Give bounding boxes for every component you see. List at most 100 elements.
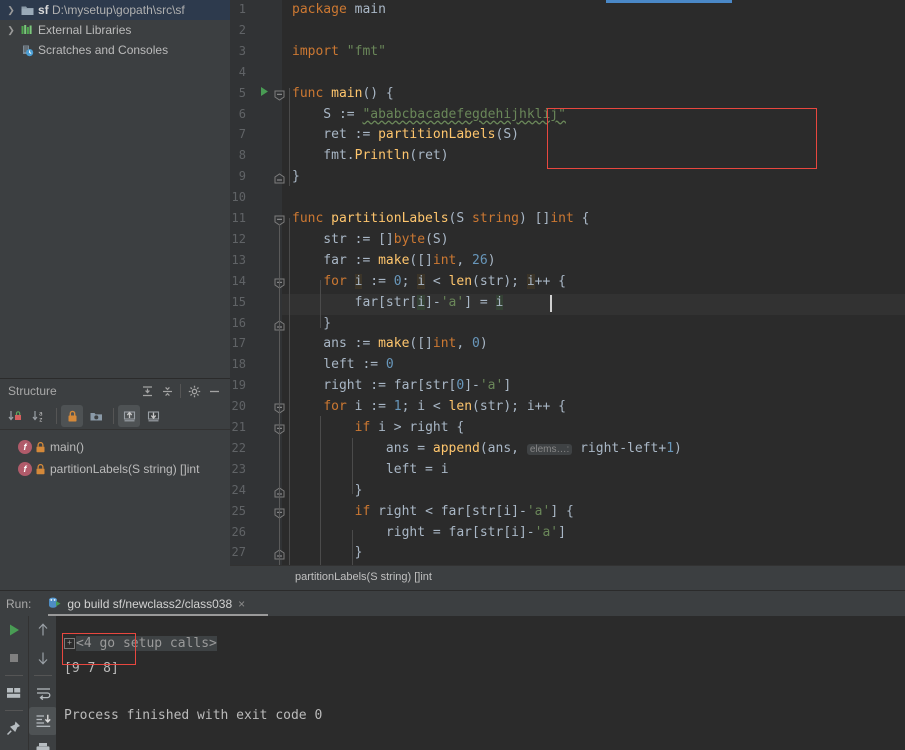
print-icon[interactable] bbox=[29, 735, 57, 750]
expand-all-icon[interactable] bbox=[137, 381, 157, 401]
code-token: () { bbox=[362, 85, 394, 101]
code-line[interactable]: func partitionLabels(S string) []int { bbox=[292, 211, 589, 226]
line-number: 1 bbox=[238, 2, 246, 16]
code-token: len bbox=[448, 399, 473, 415]
svg-text:z: z bbox=[39, 416, 43, 423]
hide-icon[interactable] bbox=[204, 381, 224, 401]
sort-alphabetically-icon[interactable]: a z bbox=[28, 405, 50, 427]
code-line[interactable]: fmt.Println(ret) bbox=[292, 148, 449, 164]
line-number: 27 bbox=[231, 545, 246, 560]
structure-item-partitionlabels[interactable]: f partitionLabels(S string) []int bbox=[0, 458, 230, 480]
editor-gutter[interactable]: 1 2 3 4 5 6 7 8 9 10 11 12 13 14 15 16 17 18 19 20 21 22 23 24 2… bbox=[230, 0, 285, 565]
code-token: ++ { bbox=[534, 273, 566, 289]
line-number: 2 bbox=[238, 22, 246, 37]
run-gutter-icon[interactable] bbox=[260, 86, 272, 97]
code-line[interactable]: far[str[i]-'a'] = i bbox=[292, 294, 504, 310]
code-token: 'a' bbox=[440, 294, 465, 310]
lock-icon bbox=[36, 463, 45, 475]
show-inherited-icon[interactable] bbox=[118, 405, 140, 427]
code-line[interactable]: for i := 1; i < len(str); i++ { bbox=[292, 399, 566, 414]
show-non-public-icon[interactable] bbox=[61, 405, 83, 427]
tree-item-external-libraries[interactable]: ❯ External Libraries bbox=[0, 20, 230, 40]
code-line[interactable]: } bbox=[292, 483, 363, 498]
libraries-icon bbox=[18, 24, 36, 36]
code-line[interactable]: str := []byte(S) bbox=[292, 232, 448, 247]
up-arrow-icon[interactable] bbox=[29, 616, 57, 644]
run-tab[interactable]: go build sf/newclass2/class038 × bbox=[43, 591, 249, 616]
structure-toolbar: a z bbox=[0, 403, 230, 430]
restore-layout-icon[interactable] bbox=[0, 679, 28, 707]
code-line[interactable]: ret := partitionLabels(S) bbox=[292, 127, 519, 142]
soft-wrap-icon[interactable] bbox=[29, 679, 57, 707]
project-tool-window[interactable]: ❯ sf D:\mysetup\gopath\src\sf ❯ External bbox=[0, 0, 230, 378]
line-number: 8 bbox=[238, 148, 246, 163]
code-line[interactable]: } bbox=[292, 169, 300, 184]
toolbar-divider bbox=[34, 675, 52, 676]
code-line[interactable]: func main() { bbox=[292, 86, 394, 101]
sort-by-visibility-icon[interactable] bbox=[4, 405, 26, 427]
console-line-folded[interactable]: + <4 go setup calls> bbox=[64, 636, 217, 651]
pin-icon[interactable] bbox=[0, 714, 28, 742]
stop-icon[interactable] bbox=[0, 644, 28, 672]
code-token: ) bbox=[479, 336, 488, 352]
tree-item-sf-name: sf bbox=[38, 3, 49, 17]
collapse-all-icon[interactable] bbox=[157, 381, 177, 401]
code-line[interactable]: left = i bbox=[292, 462, 449, 477]
code-token: (ret) bbox=[409, 148, 449, 164]
code-token: len bbox=[448, 273, 473, 289]
line-number: 14 bbox=[231, 273, 246, 288]
show-imported-icon[interactable] bbox=[142, 405, 164, 427]
code-editor[interactable]: 1 2 3 4 5 6 7 8 9 10 11 12 13 14 15 16 17 18 19 20 21 22 23 24 2… bbox=[230, 0, 905, 565]
close-icon[interactable]: × bbox=[238, 598, 245, 610]
run-header: Run: go build sf/newclass2/class038 × bbox=[0, 591, 905, 616]
line-number: 5 bbox=[238, 85, 246, 100]
toolbar-divider bbox=[113, 408, 114, 424]
line-number: 15 bbox=[231, 294, 246, 309]
scroll-to-end-icon[interactable] bbox=[29, 707, 57, 735]
run-icon[interactable] bbox=[0, 616, 28, 644]
tree-item-external-libraries-label: External Libraries bbox=[38, 23, 132, 37]
code-line[interactable]: for i := 0; i < len(str); i++ { bbox=[292, 273, 566, 289]
code-token: i bbox=[526, 273, 535, 289]
code-token: ; bbox=[401, 273, 418, 289]
down-arrow-icon[interactable] bbox=[29, 644, 57, 672]
line-number: 26 bbox=[231, 524, 246, 539]
chevron-right-icon[interactable]: ❯ bbox=[4, 0, 18, 20]
code-line[interactable]: far := make([]int, 26) bbox=[292, 253, 495, 268]
code-line[interactable]: if right < far[str[i]-'a'] { bbox=[292, 504, 574, 519]
structure-title: Structure bbox=[8, 384, 57, 398]
code-token: int bbox=[550, 211, 574, 226]
breadcrumb[interactable]: partitionLabels(S string) []int bbox=[230, 565, 905, 588]
code-line[interactable]: ans = append(ans, elems…: right-left+1) bbox=[292, 441, 682, 456]
code-token: := bbox=[362, 273, 394, 289]
structure-list[interactable]: f main() f partitionLabels(S string) []i… bbox=[0, 430, 230, 480]
expand-folded-icon[interactable]: + bbox=[64, 638, 75, 649]
function-badge-icon: f bbox=[18, 462, 32, 476]
code-line[interactable]: right = far[str[i]-'a'] bbox=[292, 525, 566, 540]
code-line[interactable]: import "fmt" bbox=[292, 44, 386, 59]
code-line[interactable]: S := "ababcbacadefegdehijhklij" bbox=[292, 107, 566, 122]
code-line[interactable]: package main bbox=[292, 2, 386, 17]
gear-icon[interactable] bbox=[184, 381, 204, 401]
folded-setup-calls[interactable]: <4 go setup calls> bbox=[76, 636, 217, 651]
code-token: } bbox=[292, 315, 332, 331]
chevron-right-icon[interactable]: ❯ bbox=[4, 20, 18, 40]
code-token: ]- bbox=[425, 294, 441, 310]
code-line[interactable]: right := far[str[0]-'a'] bbox=[292, 378, 511, 393]
code-line[interactable]: if i > right { bbox=[292, 420, 465, 435]
editor-code-area[interactable]: package main import "fmt" func main() { S … bbox=[282, 0, 905, 565]
console-output[interactable]: + <4 go setup calls> [9 7 8] Process finish… bbox=[56, 616, 905, 750]
code-token: (ans, bbox=[479, 440, 527, 456]
code-line[interactable]: } bbox=[292, 545, 363, 560]
code-line[interactable]: ans := make([]int, 0) bbox=[292, 336, 488, 352]
group-by-file-icon[interactable] bbox=[85, 405, 107, 427]
code-line[interactable]: } bbox=[292, 316, 331, 331]
tree-item-sf[interactable]: ❯ sf D:\mysetup\gopath\src\sf bbox=[0, 0, 230, 20]
code-token: 0 bbox=[472, 336, 480, 352]
structure-item-main[interactable]: f main() bbox=[0, 436, 230, 458]
line-number: 7 bbox=[238, 127, 246, 142]
code-line[interactable]: left := 0 bbox=[292, 357, 393, 372]
tree-item-scratches[interactable]: Scratches and Consoles bbox=[0, 40, 230, 60]
code-token: right := far[str[ bbox=[292, 378, 457, 394]
